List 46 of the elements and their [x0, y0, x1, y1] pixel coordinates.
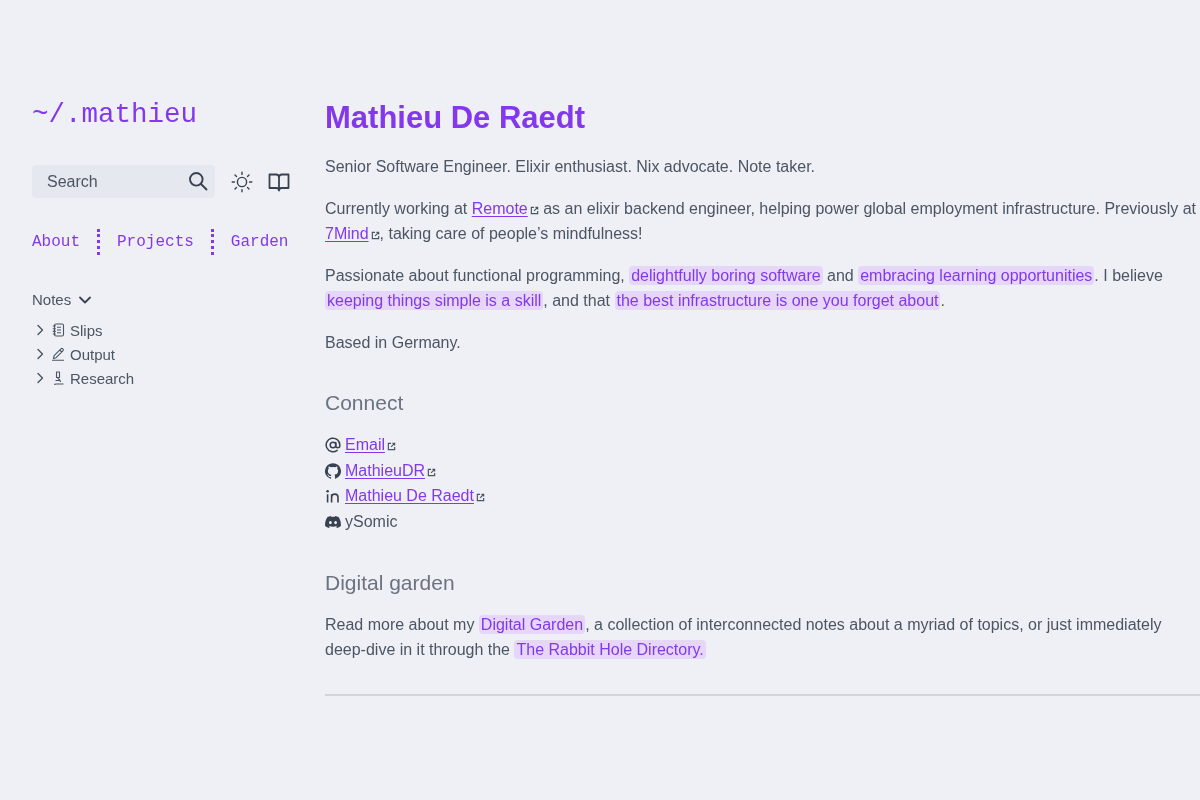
- discord-icon: [325, 513, 341, 530]
- external-link-icon: [529, 206, 539, 215]
- search-icon[interactable]: [188, 171, 208, 191]
- highlighted-link[interactable]: The Rabbit Hole Directory.: [514, 639, 706, 659]
- tree-item[interactable]: Output: [70, 345, 116, 363]
- linkedin-icon: [325, 488, 341, 505]
- chevron-icon[interactable]: [35, 348, 45, 360]
- page-title: Mathieu De Raedt: [325, 99, 587, 137]
- tree-item[interactable]: Slips: [70, 321, 103, 339]
- section-heading: Connect: [325, 390, 405, 416]
- link[interactable]: MathieuDR: [345, 461, 437, 480]
- paragraph: Currently working at Remote as an elixir backend engineer, helping power global employment infrastructure. Previously at 7Mind , taking care of people’s mindfulness!: [325, 199, 1197, 244]
- highlighted-link[interactable]: the best infrastructure is one you forget about: [614, 291, 941, 310]
- search-field[interactable]: Search: [32, 165, 215, 198]
- link[interactable]: Remote: [471, 200, 539, 217]
- username-text: ySomic: [345, 512, 398, 531]
- highlighted-link[interactable]: keeping things simple is a skill: [325, 291, 544, 310]
- highlighted-link[interactable]: embracing learning opportunities: [858, 266, 1095, 285]
- paragraph: Passionate about functional programming, delightfully boring software and embracing learning opportunities. I believe keeping things simple is a skill, and that the best infrastructure is one you forget about.: [325, 265, 1164, 312]
- paragraph: Senior Software Engineer. Elixir enthusiast. Nix advocate. Note taker.: [325, 157, 817, 177]
- nav-link[interactable]: Projects: [117, 233, 194, 251]
- tree-item[interactable]: Research: [70, 369, 135, 387]
- paragraph: Read more about my Digital Garden, a collection of interconnected notes about a myriad of topics, or just immediately deep-dive in it through the The Rabbit Hole Directory.: [325, 613, 1163, 661]
- link[interactable]: Mathieu De Raedt: [345, 487, 485, 506]
- paragraph: Based in Germany.: [325, 333, 462, 353]
- section-heading: Digital garden: [325, 569, 456, 596]
- microscope-icon: [51, 371, 65, 385]
- highlighted-link[interactable]: Digital Garden: [478, 614, 586, 634]
- pencil-icon: [51, 347, 65, 361]
- highlighted-link[interactable]: delightfully boring software: [629, 266, 823, 285]
- link[interactable]: 7Mind: [325, 225, 380, 242]
- sun-icon[interactable]: [231, 170, 253, 193]
- notebook-icon: [51, 323, 65, 337]
- nav-link[interactable]: Garden: [230, 233, 289, 251]
- external-link-icon: [475, 493, 485, 503]
- chevron-icon[interactable]: [35, 324, 45, 336]
- external-link-icon: [427, 467, 437, 477]
- nav-link[interactable]: About: [32, 233, 80, 251]
- external-link-icon: [387, 441, 396, 451]
- github-icon: [325, 462, 341, 479]
- notes-toggle[interactable]: Notes: [32, 290, 93, 310]
- external-link-icon: [370, 231, 380, 240]
- at-sign-icon: [325, 436, 341, 453]
- site-logo[interactable]: ~/.mathieu: [32, 97, 198, 133]
- chevron-icon[interactable]: [35, 372, 45, 384]
- link[interactable]: Email: [345, 435, 396, 454]
